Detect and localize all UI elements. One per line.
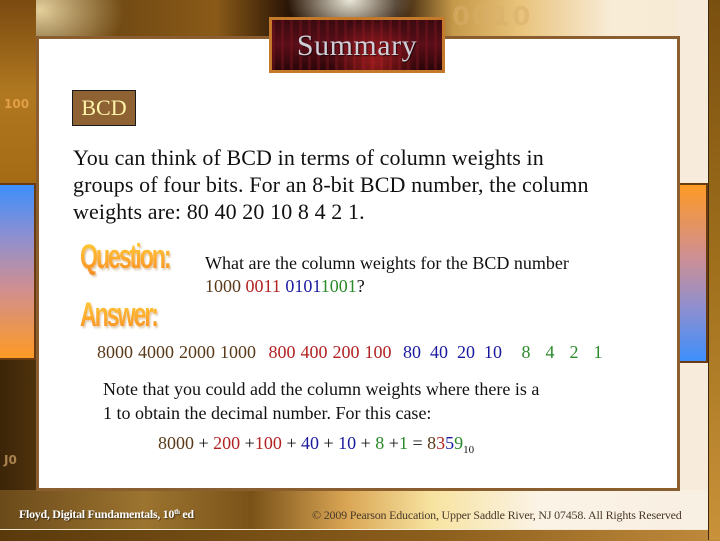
weight-group: 8000 4000 2000 1000	[97, 342, 266, 362]
equation-term: 8	[375, 433, 385, 453]
weight-value: 400	[300, 342, 328, 362]
equation-operator: +	[318, 433, 339, 453]
equation-terms: 8000 + 200 +100 + 40 + 10 + 8 +1 =	[158, 433, 427, 453]
footer-book-title: Floyd, Digital Fundamentals, 10	[19, 507, 175, 521]
weight-value: 8	[521, 342, 531, 362]
result-digit: 9	[454, 433, 464, 453]
equation-operator: +	[384, 433, 399, 453]
weight-value: 800	[268, 342, 296, 362]
background-binary-text: 0010	[452, 2, 533, 32]
weight-value: 4	[545, 342, 555, 362]
weight-group: 8421	[522, 342, 618, 362]
weight-value: 2000	[179, 342, 215, 362]
equation-result: 8359	[427, 433, 463, 453]
result-digit: 3	[436, 433, 446, 453]
weight-value: 200	[332, 342, 360, 362]
bcd-number: 1000 0011 01011001?	[205, 275, 645, 298]
bcd-group: 0101	[285, 276, 321, 296]
intro-paragraph: You can think of BCD in terms of column …	[73, 144, 653, 225]
equation-term: 100	[254, 433, 282, 453]
note-paragraph: Note that you could add the column weigh…	[103, 377, 623, 425]
bcd-group: 0011	[245, 276, 281, 296]
weight-value: 8000	[97, 342, 133, 362]
equation-operator: +	[356, 433, 376, 453]
weight-value: 100	[364, 342, 392, 362]
slide-title: Summary	[296, 29, 418, 62]
equation-term: 1	[398, 433, 408, 453]
accent-bar-right	[678, 183, 708, 363]
bottom-strip	[0, 529, 720, 541]
equation-term: 40	[300, 433, 319, 453]
equation-operator: +	[240, 433, 255, 453]
accent-bar-left	[0, 183, 36, 360]
question-line: What are the column weights for the BCD …	[205, 253, 569, 273]
intro-line: groups of four bits. For an 8-bit BCD nu…	[73, 172, 589, 197]
base-subscript: 10	[463, 444, 475, 456]
footer-edition-suffix: ed	[179, 507, 194, 521]
bcd-group: 1000	[205, 276, 241, 296]
footer-book-credit: Floyd, Digital Fundamentals, 10th ed	[19, 507, 194, 522]
weight-value: 40	[430, 342, 448, 362]
sum-equation: 8000 + 200 +100 + 40 + 10 + 8 +1 = 83591…	[158, 431, 474, 462]
equation-term: 10	[338, 433, 357, 453]
question-mark: ?	[356, 276, 365, 296]
question-text: What are the column weights for the BCD …	[205, 252, 645, 298]
right-strip	[708, 0, 720, 540]
weight-value: 1	[593, 342, 603, 362]
bcd-group: 1001	[320, 276, 357, 296]
answer-wordart: Answer:	[80, 296, 159, 334]
title-banner: Summary	[269, 17, 445, 73]
weight-value: 80	[403, 342, 421, 362]
footer-copyright: © 2009 Pearson Education, Upper Saddle R…	[312, 508, 682, 522]
weight-value: 2	[569, 342, 579, 362]
background-decoration	[0, 0, 36, 185]
equation-term: 8000	[158, 433, 194, 453]
result-digit: 8	[427, 433, 437, 453]
intro-line: weights are: 80 40 20 10 8 4 2 1.	[73, 199, 365, 224]
note-line: 1 to obtain the decimal number. For this…	[103, 403, 432, 423]
equation-operator: +	[281, 433, 301, 453]
answer-weights: 8000 4000 2000 1000 800 400 200 100 80 40 20 10 8…	[97, 340, 657, 364]
weight-value: 4000	[138, 342, 174, 362]
question-wordart: Question:	[80, 238, 172, 276]
background-binary-text: 100	[4, 97, 30, 111]
result-digit: 5	[445, 433, 455, 453]
background-binary-text: J0	[4, 453, 17, 467]
weight-value: 10	[484, 342, 502, 362]
equation-term: 200	[213, 433, 241, 453]
note-line: Note that you could add the column weigh…	[103, 379, 540, 399]
weight-value: 20	[457, 342, 475, 362]
topic-label: BCD	[72, 90, 136, 126]
equation-operator: +	[194, 433, 214, 453]
intro-line: You can think of BCD in terms of column …	[73, 145, 544, 170]
weight-group: 80 40 20 10	[403, 342, 516, 362]
weight-value: 1000	[220, 342, 256, 362]
weight-group: 800 400 200 100	[269, 342, 402, 362]
equation-operator: =	[407, 433, 428, 453]
